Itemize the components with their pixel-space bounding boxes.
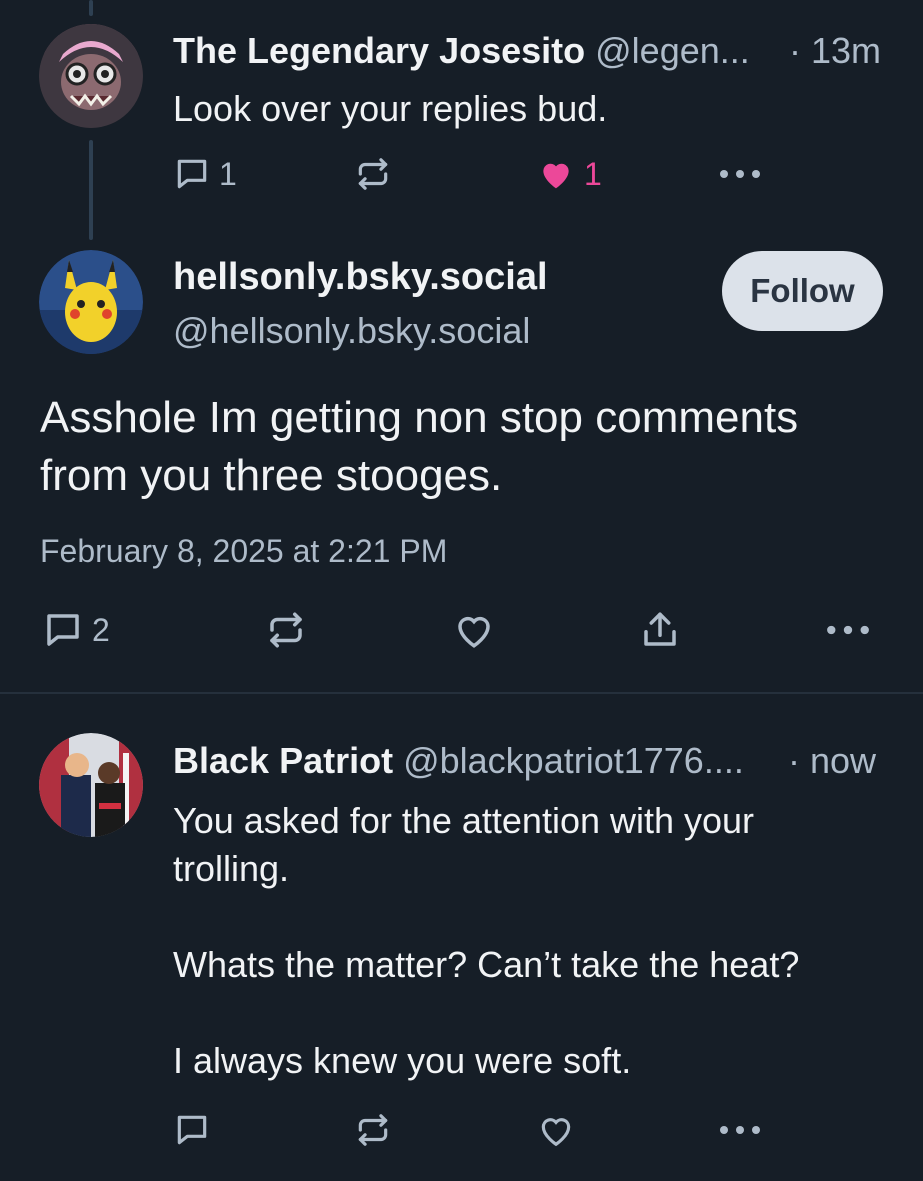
post-text-line: I always knew you were soft. [173, 1040, 632, 1081]
post-text: You asked for the attention with your tr… [173, 797, 799, 1085]
more-icon [720, 1126, 760, 1134]
repost-icon [358, 1114, 388, 1146]
like-count: 1 [584, 155, 602, 192]
like-button[interactable] [536, 1111, 576, 1149]
post-divider [0, 692, 923, 694]
thread-line-middle [89, 140, 93, 240]
repost-button[interactable] [264, 609, 308, 651]
reply-button[interactable]: 1 [173, 155, 237, 193]
more-icon [720, 170, 760, 178]
reply-count: 1 [219, 155, 237, 192]
heart-icon [458, 616, 490, 648]
post-time: · now [788, 740, 877, 781]
reply-icon [177, 159, 207, 189]
reply-icon [177, 1115, 207, 1145]
share-icon [644, 612, 676, 646]
more-icon [827, 625, 869, 635]
post-text: Asshole Im getting non stop comments fro… [40, 389, 798, 505]
more-button[interactable] [718, 1111, 762, 1149]
repost-button[interactable] [354, 1111, 392, 1149]
like-button[interactable] [451, 609, 497, 651]
repost-icon [270, 612, 302, 648]
post-text-line: Asshole Im getting non stop comments [40, 393, 799, 442]
author-handle[interactable]: @blackpatriot1776.... [403, 740, 744, 781]
post-time: · 13m [789, 30, 882, 71]
avatar[interactable] [39, 250, 143, 354]
author-name[interactable]: Black Patriot [173, 740, 393, 781]
like-button[interactable]: 1 [536, 155, 602, 193]
avatar[interactable] [39, 24, 143, 128]
monster-mask-icon [39, 24, 143, 128]
reply-button[interactable]: 2 [42, 609, 110, 651]
avatar[interactable] [39, 733, 143, 837]
more-button[interactable] [825, 609, 871, 651]
post-text: Look over your replies bud. [173, 88, 608, 129]
author-handle[interactable]: @hellsonly.bsky.social [173, 310, 530, 352]
post-text-line: Whats the matter? Can’t take the heat? [173, 944, 800, 985]
heart-icon [543, 163, 569, 189]
author-name[interactable]: The Legendary Josesito [173, 30, 585, 71]
more-button[interactable] [718, 155, 762, 193]
heart-icon [541, 1118, 571, 1147]
photo-icon [39, 733, 143, 837]
author-handle[interactable]: @legen... [595, 30, 750, 71]
post-text-line: trolling. [173, 848, 290, 889]
post-text-line: from you three stooges. [40, 451, 503, 500]
reply-button[interactable] [173, 1111, 211, 1149]
reply-icon [47, 614, 79, 646]
repost-button[interactable] [354, 155, 392, 193]
thread-line-top [89, 0, 93, 16]
pikachu-icon [39, 250, 143, 354]
follow-button[interactable]: Follow [722, 251, 883, 331]
repost-icon [358, 158, 388, 190]
share-button[interactable] [638, 609, 682, 651]
post-text-line: You asked for the attention with your [173, 800, 755, 841]
post-timestamp[interactable]: February 8, 2025 at 2:21 PM [40, 533, 447, 570]
author-name[interactable]: hellsonly.bsky.social [173, 256, 548, 299]
reply-count: 2 [92, 611, 110, 648]
